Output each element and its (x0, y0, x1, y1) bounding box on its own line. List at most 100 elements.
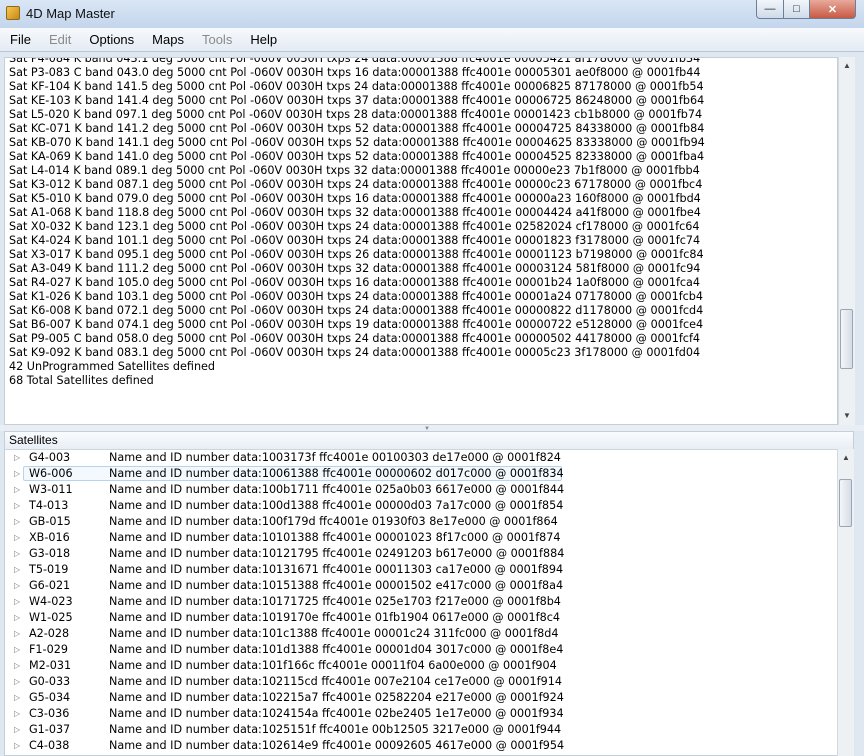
expand-arrow-icon[interactable]: ▷ (14, 613, 20, 622)
maximize-button[interactable]: □ (783, 0, 810, 19)
satellite-description: Name and ID number data:10061388 ffc4001… (109, 467, 564, 480)
scroll-up-icon[interactable]: ▲ (838, 449, 854, 466)
satellite-name: G1-037 (29, 723, 71, 736)
satellite-name: A2-028 (29, 627, 70, 640)
log-line: Sat K4-024 K band 101.1 deg 5000 cnt Pol… (9, 234, 701, 247)
log-line: Sat L5-020 K band 097.1 deg 5000 cnt Pol… (9, 108, 703, 121)
log-line: Sat K5-010 K band 079.0 deg 5000 cnt Pol… (9, 192, 701, 205)
expand-arrow-icon[interactable]: ▷ (14, 677, 20, 686)
log-line: Sat A3-049 K band 111.2 deg 5000 cnt Pol… (9, 262, 701, 275)
log-line: Sat P3-083 C band 043.0 deg 5000 cnt Pol… (9, 66, 701, 79)
satellite-name: T4-013 (29, 499, 69, 512)
satellites-panel: Satellites ▷ G4-003 Name and ID number dat… (4, 431, 854, 756)
satellite-description: Name and ID number data:10151388 ffc4001… (109, 579, 564, 592)
expand-arrow-icon[interactable]: ▷ (14, 709, 20, 718)
log-line: Sat P9-005 C band 058.0 deg 5000 cnt Pol… (9, 332, 700, 345)
expand-arrow-icon[interactable]: ▷ (14, 645, 20, 654)
log-line: Sat R4-027 K band 105.0 deg 5000 cnt Pol… (9, 276, 701, 289)
satellite-row[interactable]: ▷ G3-018 Name and ID number data:10121795 … (5, 546, 837, 562)
log-scroll-thumb[interactable] (840, 309, 853, 369)
satellite-row[interactable]: ▷ G4-003 Name and ID number data:1003173f … (5, 450, 837, 466)
satellite-row[interactable]: ▷ T4-013 Name and ID number data:100d1388 … (5, 498, 837, 514)
satellite-name: C3-036 (29, 707, 70, 720)
expand-arrow-icon[interactable]: ▷ (14, 485, 20, 494)
satellite-row[interactable]: ▷ C4-038 Name and ID number data:102614e9 … (5, 738, 837, 754)
satellite-list: ▷ G4-003 Name and ID number data:1003173f … (5, 450, 837, 754)
satellite-description: Name and ID number data:1019170e ffc4001… (109, 611, 560, 624)
satellite-name: F1-029 (29, 643, 68, 656)
expand-arrow-icon[interactable]: ▷ (14, 469, 20, 478)
satellite-description: Name and ID number data:101f166c ffc4001… (109, 659, 557, 672)
satellite-row[interactable]: ▷ G1-037 Name and ID number data:1025151f … (5, 722, 837, 738)
expand-arrow-icon[interactable]: ▷ (14, 725, 20, 734)
satellite-scroll-thumb[interactable] (839, 479, 852, 527)
satellite-name: W1-025 (29, 611, 73, 624)
satellite-row[interactable]: ▷ G5-034 Name and ID number data:102215a7 … (5, 690, 837, 706)
satellite-description: Name and ID number data:1024154a ffc4001… (109, 707, 564, 720)
minimize-button[interactable]: — (756, 0, 784, 19)
satellite-name: W4-023 (29, 595, 73, 608)
menu-help[interactable]: Help (240, 28, 285, 51)
satellite-name: XB-016 (29, 531, 70, 544)
log-line: Sat L4-014 K band 089.1 deg 5000 cnt Pol… (9, 164, 700, 177)
log-text: Sat P4-084 K band 043.1 deg 5000 cnt Pol… (9, 58, 705, 388)
expand-arrow-icon[interactable]: ▷ (14, 581, 20, 590)
app-icon (6, 6, 20, 20)
log-line: Sat KE-103 K band 141.4 deg 5000 cnt Pol… (9, 94, 705, 107)
satellite-name: C4-038 (29, 739, 70, 752)
satellite-row[interactable]: ▷ T5-019 Name and ID number data:10131671 … (5, 562, 837, 578)
satellite-row[interactable]: ▷ W4-023 Name and ID number data:10171725 … (5, 594, 837, 610)
log-scrollbar[interactable]: ▲ ▼ (838, 57, 855, 425)
menu-maps[interactable]: Maps (142, 28, 192, 51)
expand-arrow-icon[interactable]: ▷ (14, 501, 20, 510)
scroll-down-icon[interactable]: ▼ (839, 407, 855, 424)
expand-arrow-icon[interactable]: ▷ (14, 693, 20, 702)
satellite-row[interactable]: ▷ W1-025 Name and ID number data:1019170e … (5, 610, 837, 626)
satellite-row[interactable]: ▷ W6-006 Name and ID number data:10061388 … (5, 466, 837, 482)
satellite-row[interactable]: ▷ F1-029 Name and ID number data:101d1388 … (5, 642, 837, 658)
expand-arrow-icon[interactable]: ▷ (14, 741, 20, 750)
expand-arrow-icon[interactable]: ▷ (14, 453, 20, 462)
satellite-name: M2-031 (29, 659, 72, 672)
log-line: Sat KF-104 K band 141.5 deg 5000 cnt Pol… (9, 80, 704, 93)
satellite-row[interactable]: ▷ C3-036 Name and ID number data:1024154a … (5, 706, 837, 722)
expand-arrow-icon[interactable]: ▷ (14, 549, 20, 558)
satellite-name: G4-003 (29, 451, 71, 464)
menu-options[interactable]: Options (79, 28, 142, 51)
expand-arrow-icon[interactable]: ▷ (14, 597, 20, 606)
satellite-name: G6-021 (29, 579, 71, 592)
expand-arrow-icon[interactable]: ▷ (14, 661, 20, 670)
log-line: Sat KC-071 K band 141.2 deg 5000 cnt Pol… (9, 122, 705, 135)
satellite-description: Name and ID number data:102215a7 ffc4001… (109, 691, 564, 704)
log-line: Sat X0-032 K band 123.1 deg 5000 cnt Pol… (9, 220, 700, 233)
log-line: Sat B6-007 K band 074.1 deg 5000 cnt Pol… (9, 318, 704, 331)
log-line: Sat K3-012 K band 087.1 deg 5000 cnt Pol… (9, 178, 703, 191)
satellite-scrollbar[interactable]: ▲ (837, 449, 854, 756)
satellite-description: Name and ID number data:101d1388 ffc4001… (109, 643, 564, 656)
log-line: Sat K1-026 K band 103.1 deg 5000 cnt Pol… (9, 290, 704, 303)
satellite-row[interactable]: ▷ GB-015 Name and ID number data:100f179d … (5, 514, 837, 530)
menu-file[interactable]: File (0, 28, 39, 51)
log-line: 68 Total Satellites defined (9, 374, 154, 387)
expand-arrow-icon[interactable]: ▷ (14, 565, 20, 574)
satellite-description: Name and ID number data:100f179d ffc4001… (109, 515, 558, 528)
satellite-row[interactable]: ▷ M2-031 Name and ID number data:101f166c … (5, 658, 837, 674)
expand-arrow-icon[interactable]: ▷ (14, 517, 20, 526)
log-output-pane[interactable]: Sat P4-084 K band 043.1 deg 5000 cnt Pol… (4, 57, 838, 425)
satellite-row[interactable]: ▷ A2-028 Name and ID number data:101c1388 … (5, 626, 837, 642)
log-line: Sat KA-069 K band 141.0 deg 5000 cnt Pol… (9, 150, 705, 163)
satellite-description: Name and ID number data:100d1388 ffc4001… (109, 499, 564, 512)
close-button[interactable]: ✕ (809, 0, 856, 19)
satellite-row[interactable]: ▷ G6-021 Name and ID number data:10151388 … (5, 578, 837, 594)
scroll-up-icon[interactable]: ▲ (839, 57, 855, 74)
satellite-description: Name and ID number data:10101388 ffc4001… (109, 531, 561, 544)
menu-edit[interactable]: Edit (39, 28, 79, 51)
expand-arrow-icon[interactable]: ▷ (14, 629, 20, 638)
satellite-row[interactable]: ▷ W3-011 Name and ID number data:100b1711 … (5, 482, 837, 498)
satellite-row[interactable]: ▷ XB-016 Name and ID number data:10101388 … (5, 530, 837, 546)
menu-tools[interactable]: Tools (192, 28, 240, 51)
log-line: Sat KB-070 K band 141.1 deg 5000 cnt Pol… (9, 136, 705, 149)
expand-arrow-icon[interactable]: ▷ (14, 533, 20, 542)
satellite-row[interactable]: ▷ G0-033 Name and ID number data:102115cd … (5, 674, 837, 690)
log-line: 42 UnProgrammed Satellites defined (9, 360, 216, 373)
